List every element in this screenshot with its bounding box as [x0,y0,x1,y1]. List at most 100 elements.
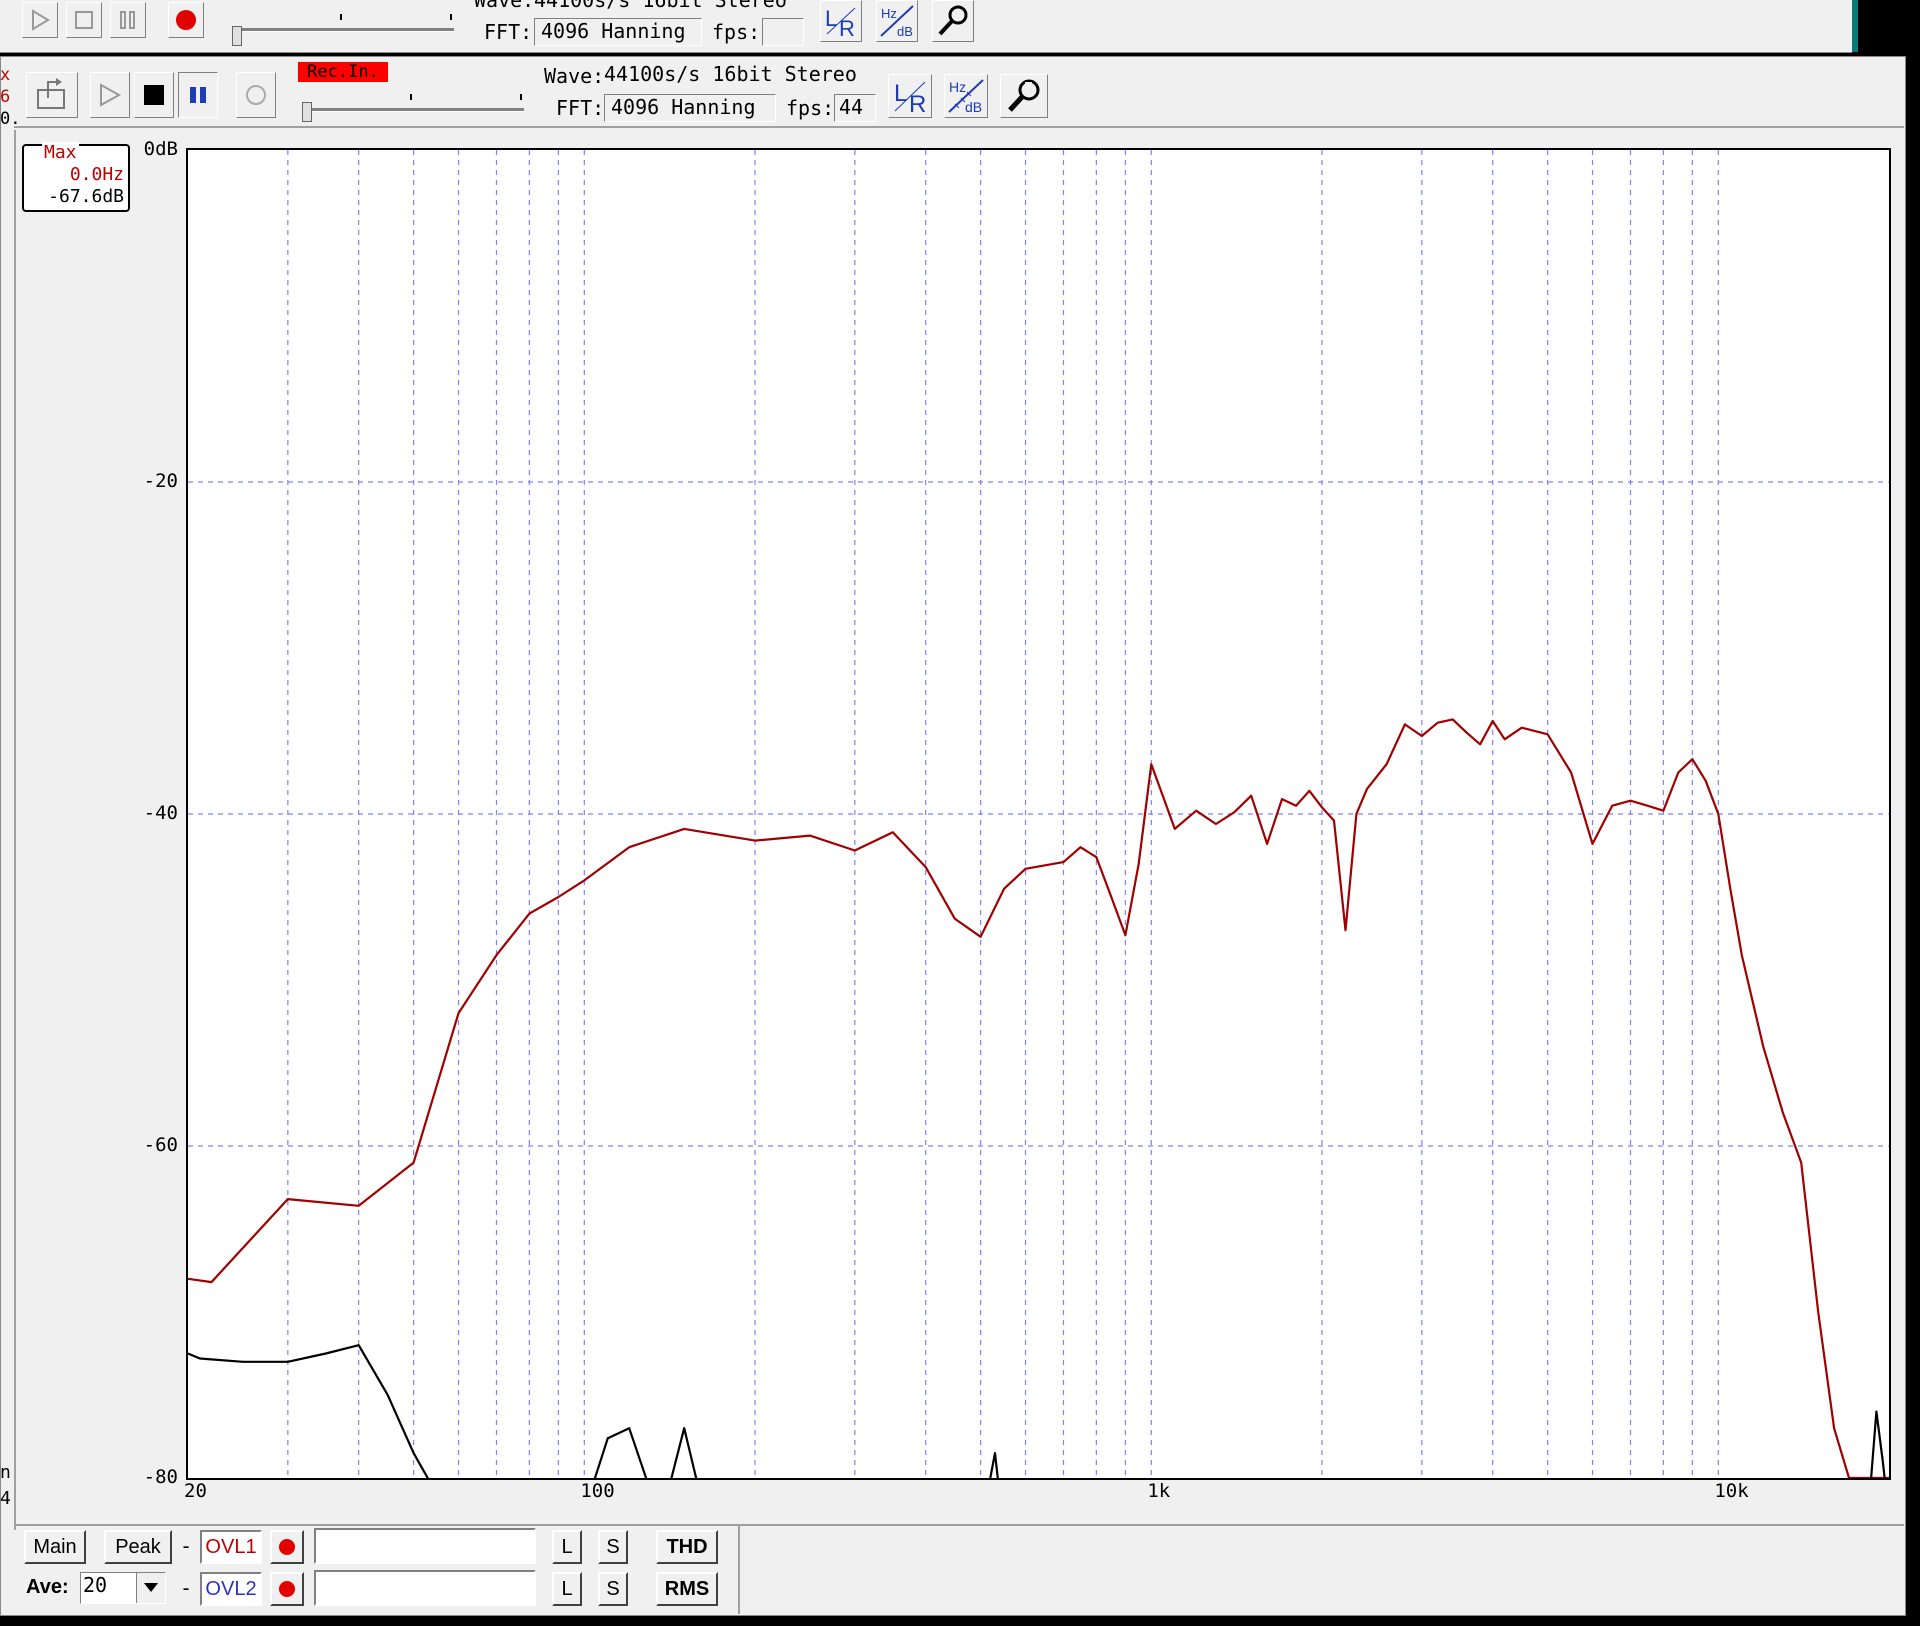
hz-db-scale-icon: HzdB [948,79,984,114]
pause-button[interactable] [178,72,218,118]
ovl1-label: OVL1 [205,1535,257,1558]
back-volume-slider[interactable] [232,28,454,32]
thd-button[interactable]: THD [656,1530,718,1564]
ovl2-label: OVL2 [205,1577,257,1600]
wave-format-value: 44100s/s 16bit Stereo [604,62,857,86]
hz-db-scale-button[interactable]: Hz dB [944,74,988,118]
y-tick-label: -40 [143,802,178,824]
main-label: Main [33,1535,77,1558]
slider-tick [340,14,342,20]
fft-setting-value: 4096 Hanning [611,95,756,119]
loop-button[interactable] [236,72,276,118]
window-edge [1852,0,1858,52]
peak-label: Peak [115,1535,161,1558]
hz-db-scale-icon: HzdB [880,5,914,38]
x-tick-label: 10k [1714,1480,1749,1502]
background-analyzer-window: Wave: 44100s/s 16bit Stereo FFT: 4096 Ha… [0,0,1858,53]
edge-char: x [0,65,11,85]
back-record-button[interactable] [168,2,204,38]
average-label: Ave: [26,1576,69,1598]
ovl2-save-button[interactable]: S [598,1572,628,1606]
spectrum-plot[interactable] [186,148,1891,1480]
svg-text:dB: dB [897,24,913,38]
fft-setting-field[interactable]: 4096 Hanning [604,94,776,122]
ovl1-record-button[interactable] [270,1530,304,1564]
ovl2-name-field[interactable] [314,1570,536,1606]
ovl1-name-field[interactable] [314,1528,536,1564]
rec-in-badge: Rec.In. [298,62,388,82]
pause-icon [120,11,135,29]
max-readout: Max 0.0Hz -67.6dB [22,142,130,212]
readout-title: Max [42,142,79,163]
main-button[interactable]: Main [24,1530,86,1564]
input-level-slider[interactable] [302,108,524,112]
back-pause-button[interactable] [110,2,146,38]
x-tick-label: 1k [1147,1480,1171,1502]
stop-icon [75,11,93,29]
lr-channel-icon: LR [894,80,926,114]
back-hz-db-button[interactable]: Hz dB [876,0,918,42]
fps-field: 44 [834,94,876,122]
slider-tick [520,94,522,100]
y-tick-label: 0dB [143,138,178,160]
edge-char: 4 [0,1488,11,1509]
slider-thumb[interactable] [232,26,242,46]
y-tick-label: -20 [143,470,178,492]
rms-button[interactable]: RMS [656,1572,718,1606]
spectrum-svg [188,150,1889,1478]
play-button[interactable] [90,72,130,118]
back-wave-label: Wave: [474,0,535,12]
record-icon [279,1539,295,1555]
edge-char: n [0,1462,11,1483]
chevron-down-icon[interactable] [136,1573,165,1603]
spectrum-series-2 [188,1344,1886,1478]
loop-icon [246,85,266,105]
export-button[interactable] [26,72,78,118]
wave-label: Wave: [544,64,605,88]
thd-label: THD [666,1535,708,1558]
back-fps-field [762,18,804,46]
back-stop-button[interactable] [66,2,102,38]
edge-char: 6 [0,87,11,107]
lr-channel-button[interactable]: LR [888,74,932,118]
x-tick-label: 100 [580,1480,615,1502]
back-settings-button[interactable] [932,0,974,42]
l-label: L [561,1577,573,1600]
average-value: 20 [83,1573,108,1597]
record-icon [279,1581,295,1597]
svg-text:L: L [825,6,837,31]
svg-text:Hz: Hz [949,79,966,95]
ovl1-save-button[interactable]: S [598,1530,628,1564]
average-select[interactable]: 20 [80,1572,166,1604]
ovl2-record-button[interactable] [270,1572,304,1606]
s-label: S [606,1577,620,1600]
slider-thumb[interactable] [302,102,312,122]
ovl1-load-button[interactable]: L [552,1530,582,1564]
stop-button[interactable] [134,72,174,118]
edge-char: 0. [0,109,21,129]
lr-channel-icon: LR [825,6,856,38]
bottom-panel-divider [738,1526,740,1614]
ovl1-button[interactable]: OVL1 [200,1530,262,1564]
fps-value: 44 [839,95,864,119]
svg-text:R: R [839,16,855,38]
fft-label: FFT: [556,96,605,120]
settings-button[interactable] [1000,74,1048,118]
s-label: S [606,1535,620,1558]
back-play-button[interactable] [22,2,58,38]
ovl2-button[interactable]: OVL2 [200,1572,262,1606]
ovl1-dash: - [180,1534,193,1558]
back-lr-button[interactable]: LR [820,0,862,42]
pause-icon [190,87,206,103]
svg-text:Hz: Hz [881,6,897,21]
back-fft-label: FFT: [484,20,533,44]
wave-format-field: 44100s/s 16bit Stereo [602,62,874,90]
back-fft-field[interactable]: 4096 Hanning [534,18,702,46]
peak-button[interactable]: Peak [104,1530,172,1564]
record-icon [176,10,196,30]
ovl2-load-button[interactable]: L [552,1572,582,1606]
spectrum-series-1 [188,718,1889,1478]
ovl2-dash: - [180,1576,193,1600]
bottom-separator [14,1524,1904,1526]
fps-label: fps: [786,96,835,120]
